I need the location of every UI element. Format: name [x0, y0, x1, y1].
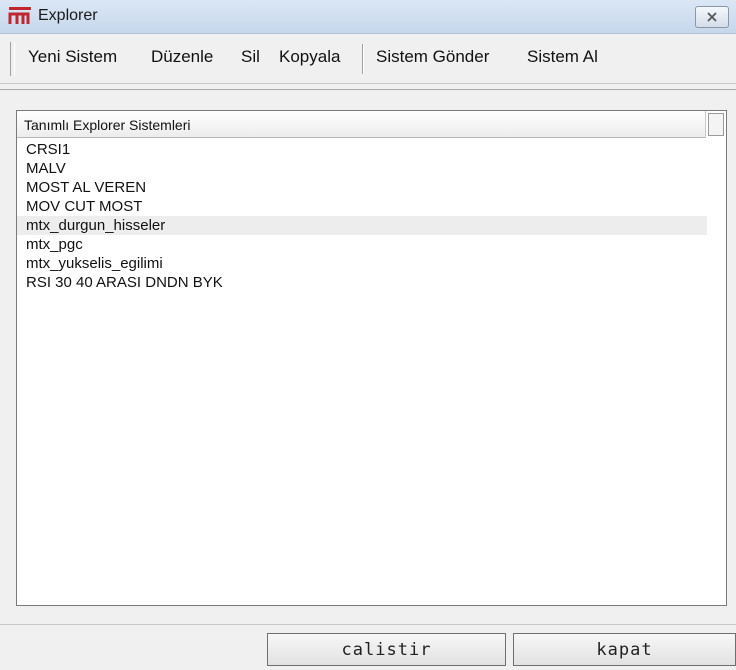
list-item[interactable]: MOST AL VEREN — [17, 178, 707, 197]
run-button[interactable]: calistir — [267, 633, 506, 666]
menu-item-sistem-al[interactable]: Sistem Al — [527, 47, 598, 67]
menu-item-sistem-gonder[interactable]: Sistem Gönder — [376, 47, 489, 67]
toolbar-grip[interactable] — [10, 42, 15, 76]
close-icon — [707, 12, 717, 22]
toolbar-divider — [0, 84, 736, 90]
list-item[interactable]: mtx_pgc — [17, 235, 707, 254]
list-item[interactable]: RSI 30 40 ARASI DNDN BYK — [17, 273, 707, 292]
list-item-selected[interactable]: mtx_durgun_hisseler — [17, 216, 707, 235]
m-logo-icon — [8, 7, 31, 24]
close-button[interactable]: kapat — [513, 633, 736, 666]
menu-item-sil[interactable]: Sil — [241, 47, 260, 67]
list-header-label: Tanımlı Explorer Sistemleri — [24, 117, 191, 133]
menu-item-kopyala[interactable]: Kopyala — [279, 47, 340, 67]
list-rows: CRSI1 MALV MOST AL VEREN MOV CUT MOST mt… — [17, 140, 726, 292]
menu-bar: Yeni Sistem Düzenle Sil Kopyala Sistem G… — [0, 34, 736, 84]
menu-separator — [362, 44, 364, 74]
title-bar: Explorer — [0, 0, 736, 34]
list-item[interactable]: MALV — [17, 159, 707, 178]
list-header-filler — [708, 113, 724, 136]
close-window-button[interactable] — [695, 6, 729, 28]
menu-item-duzenle[interactable]: Düzenle — [151, 47, 213, 67]
explorer-systems-list[interactable]: Tanımlı Explorer Sistemleri CRSI1 MALV M… — [16, 110, 727, 606]
menu-item-yeni-sistem[interactable]: Yeni Sistem — [28, 47, 117, 67]
window-title: Explorer — [38, 7, 98, 24]
list-item[interactable]: MOV CUT MOST — [17, 197, 707, 216]
list-item[interactable]: CRSI1 — [17, 140, 707, 159]
list-column-header[interactable]: Tanımlı Explorer Sistemleri — [17, 111, 706, 138]
list-item[interactable]: mtx_yukselis_egilimi — [17, 254, 707, 273]
footer-divider — [0, 624, 736, 625]
